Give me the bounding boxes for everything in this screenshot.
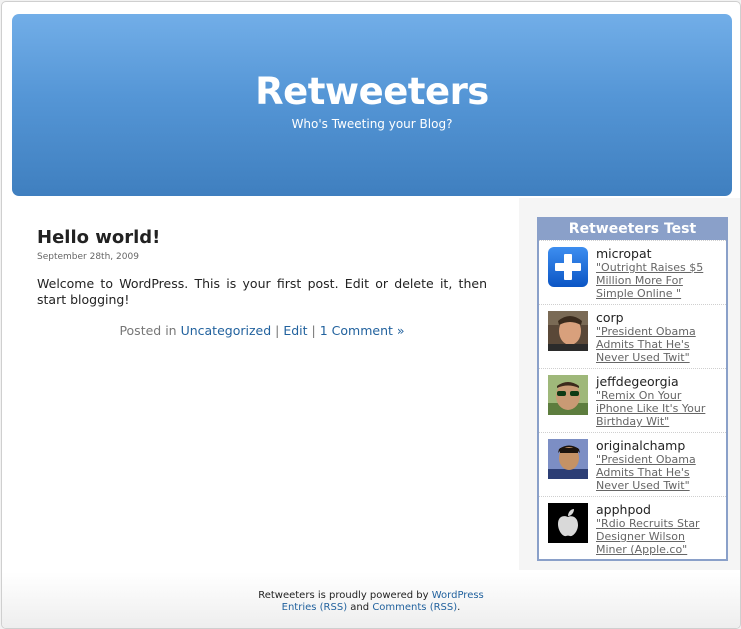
wordpress-link[interactable]: WordPress (432, 590, 484, 601)
blog-title-link[interactable]: Retweeters (12, 70, 732, 113)
retweeters-widget: Retweeters Test micropat "Outright Raise… (537, 217, 728, 561)
tweet-username: apphpod (596, 502, 651, 517)
footer-powered-text: Retweeters is proudly powered by (258, 590, 429, 601)
tweet-username: originalchamp (596, 438, 686, 453)
tweet-username: micropat (596, 246, 652, 261)
meta-separator: | (311, 323, 316, 338)
blog-header: Retweeters Who's Tweeting your Blog? (12, 14, 732, 196)
blue-plus-icon[interactable] (548, 247, 588, 287)
user-avatar[interactable] (548, 311, 588, 351)
tweet-item: originalchamp "President Obama Admits Th… (539, 432, 726, 496)
post: Hello world! September 28th, 2009 Welcom… (37, 227, 487, 338)
tweet-link[interactable]: "Remix On Your iPhone Like It's Your Bir… (596, 389, 718, 428)
tweet-link[interactable]: "Rdio Recruits Star Designer Wilson Mine… (596, 517, 718, 556)
tweet-link[interactable]: "Outright Raises $5 Million More For Sim… (596, 261, 718, 300)
page: Retweeters Who's Tweeting your Blog? Hel… (1, 1, 741, 629)
comments-rss-link[interactable]: Comments (RSS) (372, 602, 457, 613)
tweet-link[interactable]: "President Obama Admits That He's Never … (596, 325, 718, 364)
widget-title: Retweeters Test (539, 219, 726, 240)
entries-rss-link[interactable]: Entries (RSS) (282, 602, 347, 613)
footer-period: . (457, 602, 461, 613)
post-title-link[interactable]: Hello world! (37, 227, 487, 248)
blog-description: Who's Tweeting your Blog? (291, 117, 453, 131)
category-link[interactable]: Uncategorized (181, 323, 272, 338)
edit-link[interactable]: Edit (283, 323, 307, 338)
tweet-item: apphpod "Rdio Recruits Star Designer Wil… (539, 496, 726, 560)
tweet-username: corp (596, 310, 624, 325)
tweet-item: corp "President Obama Admits That He's N… (539, 304, 726, 368)
footer-and-text: and (350, 602, 370, 613)
user-avatar[interactable] (548, 439, 588, 479)
post-meta: Posted in Uncategorized | Edit | 1 Comme… (37, 323, 487, 338)
user-avatar[interactable] (548, 375, 588, 415)
tweet-item: jeffdegeorgia "Remix On Your iPhone Like… (539, 368, 726, 432)
tweet-username: jeffdegeorgia (596, 374, 679, 389)
meta-separator: | (275, 323, 280, 338)
apple-logo-icon[interactable] (548, 503, 588, 543)
tweet-link[interactable]: "President Obama Admits That He's Never … (596, 453, 718, 492)
footer: Retweeters is proudly powered by WordPre… (2, 572, 740, 628)
post-body: Welcome to WordPress. This is your first… (37, 276, 487, 307)
comments-link[interactable]: 1 Comment » (320, 323, 405, 338)
posted-in-label: Posted in (119, 323, 177, 338)
tweet-item: micropat "Outright Raises $5 Million Mor… (539, 240, 726, 304)
post-date: September 28th, 2009 (37, 252, 139, 262)
